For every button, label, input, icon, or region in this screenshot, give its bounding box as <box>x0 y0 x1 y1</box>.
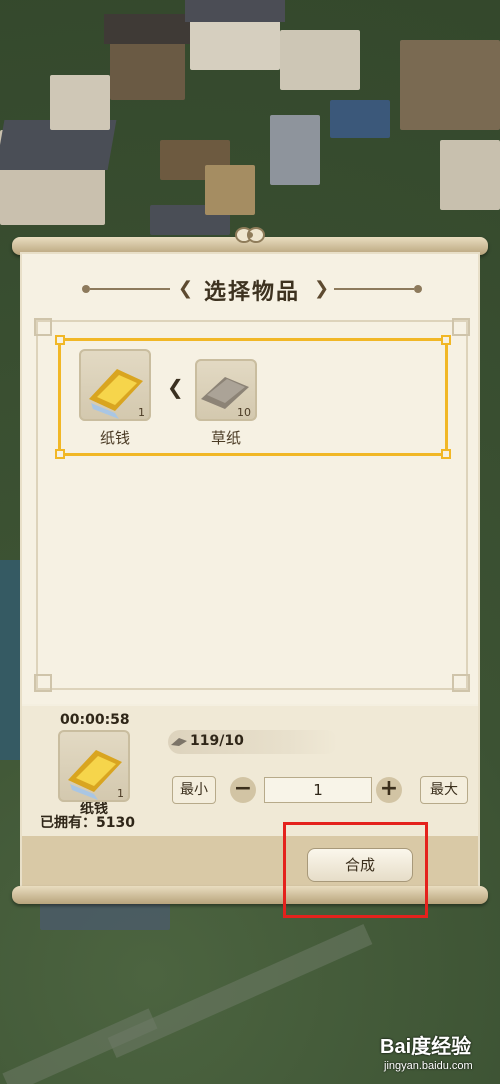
owned-value: 5130 <box>96 815 135 831</box>
dialog-header: ❮ 选择物品 ❯ <box>82 274 422 305</box>
plus-icon: + <box>379 776 399 801</box>
owned-count: 已拥有：5130 <box>40 812 135 832</box>
watermark-brand: Bai度经验 <box>380 1036 472 1058</box>
plus-button[interactable]: + <box>376 777 402 803</box>
watermark-url: jingyan.baidu.com <box>384 1060 473 1072</box>
watermark: Bai度经验 jingyan.baidu.com <box>380 1024 498 1082</box>
title-ornament-right-icon: ❯ <box>314 278 330 299</box>
item-name: 纸钱 <box>99 429 130 447</box>
item-count: 1 <box>117 787 124 800</box>
material-count: 119/10 <box>190 733 244 749</box>
selected-recipe-row[interactable]: 1 纸钱 ❮ 10 草纸 <box>55 335 451 459</box>
craft-target-item: 1 纸钱 <box>58 730 130 818</box>
item-count: 1 <box>138 406 145 419</box>
straw-paper-icon <box>171 738 187 746</box>
item-count: 10 <box>237 406 251 419</box>
item-name: 草纸 <box>210 429 241 447</box>
recipe-ingredient-item[interactable]: 10 草纸 <box>195 349 257 448</box>
minus-icon: − <box>233 776 253 801</box>
item-select-dialog: ❮ 选择物品 ❯ 1 纸钱 ❮ 10 草纸 00:00:58 1 纸钱 已拥有：… <box>20 252 480 888</box>
arrow-left-icon: ❮ <box>167 375 184 399</box>
scroll-knot-icon <box>235 227 265 243</box>
item-slot: 1 <box>79 349 151 421</box>
item-slot: 1 <box>58 730 130 802</box>
water <box>0 560 20 760</box>
craft-info-panel: 00:00:58 1 纸钱 已拥有：5130 119/10 最小 − 1 + 最… <box>22 706 478 836</box>
owned-label: 已拥有： <box>40 815 96 831</box>
material-requirement: 119/10 <box>168 730 338 754</box>
dialog-title: 选择物品 <box>203 280 300 305</box>
dialog-content: ❮ 选择物品 ❯ 1 纸钱 ❮ 10 草纸 <box>22 254 478 704</box>
craft-timer: 00:00:58 <box>60 712 130 728</box>
quantity-input[interactable]: 1 <box>264 777 372 803</box>
min-quantity-button[interactable]: 最小 <box>172 776 216 804</box>
max-quantity-button[interactable]: 最大 <box>420 776 468 804</box>
item-slot: 10 <box>195 359 257 421</box>
minus-button[interactable]: − <box>230 777 256 803</box>
recipe-result-item[interactable]: 1 纸钱 <box>79 349 151 448</box>
annotation-highlight-box <box>283 822 428 918</box>
